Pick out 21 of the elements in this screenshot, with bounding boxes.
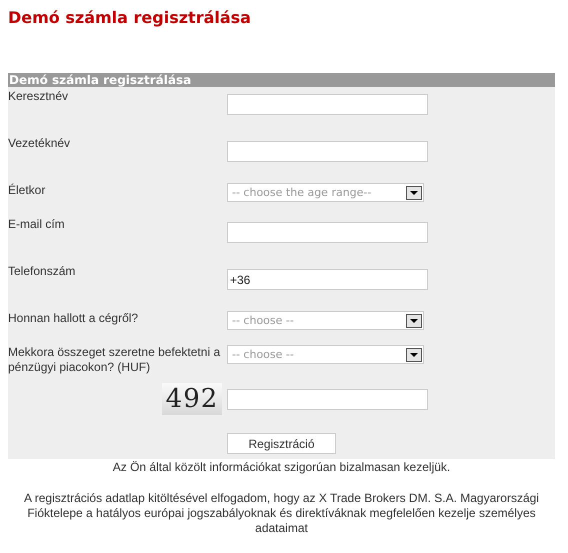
text-field[interactable] [227, 94, 428, 115]
dropdown[interactable]: -- choose -- [227, 345, 424, 364]
captcha-image: 492 [162, 383, 222, 415]
dropdown[interactable]: -- choose -- [227, 311, 424, 330]
dropdown[interactable]: -- choose the age range-- [227, 183, 424, 202]
field-label: E-mail cím [8, 217, 65, 232]
field-label: Honnan hallott a cégről? [8, 311, 138, 326]
text-field[interactable] [227, 222, 428, 243]
notice-text: A regisztrációs adatlap kitöltésével elfogadom, hogy az X Trade Brokers DM. S.A. Magyarországi Fióktelepe a hatályos európai jogszabályoknak és direktíváknak megfelelően kezelje személyes adataimat [23, 491, 540, 536]
field-label: Mekkora összeget szeretne befektetni a pénzügyi piacokon? (HUF) [8, 345, 222, 375]
register-button[interactable]: Regisztráció [227, 433, 336, 454]
field-label: Keresztnév [8, 89, 68, 104]
field-label: Telefonszám [8, 264, 76, 279]
text-field[interactable] [227, 141, 428, 162]
captcha-field[interactable] [227, 389, 428, 410]
notice-text: Az Ön által közölt információkat szigorúan bizalmasan kezeljük. [112, 460, 452, 475]
text-field[interactable]: +36 [227, 269, 428, 290]
form-header: Demó számla regisztrálása [8, 73, 555, 87]
field-label: Vezetéknév [8, 136, 70, 151]
page-title: Demó számla regisztrálása [8, 8, 251, 27]
field-label: Életkor [8, 183, 46, 198]
